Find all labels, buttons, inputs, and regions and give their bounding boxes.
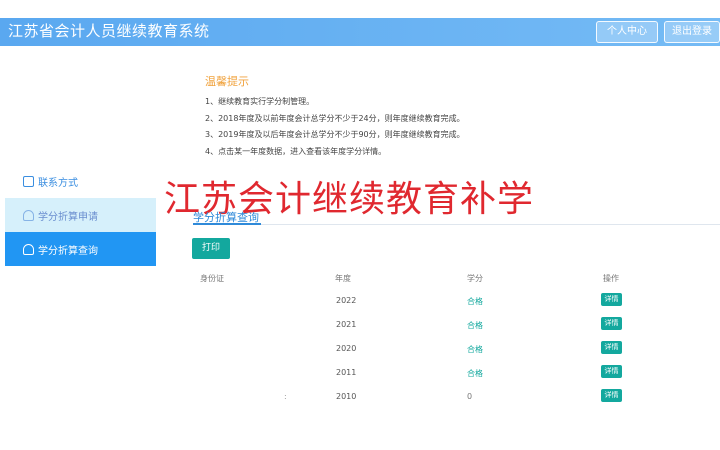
notice-line: 3、2019年度及以后年度会计总学分不少于90分，则年度继续教育完成。 [205, 130, 465, 139]
notice-line: 2、2018年度及以前年度会计总学分不少于24分，则年度继续教育完成。 [205, 114, 465, 123]
table-row[interactable]: : 2010 0 详情 [190, 388, 720, 410]
result-cell: 0 [467, 392, 473, 401]
table-row[interactable]: 2011 合格 详情 [190, 364, 720, 386]
system-title: 江苏省会计人员继续教育系统 [8, 22, 210, 40]
year-cell: 2021 [336, 320, 357, 329]
id-cell: : [284, 392, 287, 401]
column-header-year: 年度 [335, 274, 351, 283]
detail-button[interactable]: 详情 [601, 341, 622, 354]
column-header-credit: 学分 [467, 274, 483, 283]
detail-button[interactable]: 详情 [601, 389, 622, 402]
notice-line: 1、继续教育实行学分制管理。 [205, 97, 315, 106]
logout-button[interactable]: 退出登录 [664, 21, 720, 43]
sidebar-item-contact[interactable]: 联系方式 [5, 164, 156, 198]
section-title-underline [193, 223, 261, 225]
sidebar-item-label: 学分折算查询 [38, 245, 98, 257]
table-row[interactable]: 2021 合格 详情 [190, 316, 720, 338]
year-cell: 2011 [336, 368, 357, 377]
notice-line: 4、点击某一年度数据，进入查看该年度学分详情。 [205, 147, 387, 156]
column-header-id: 身份证 [200, 274, 224, 283]
sidebar-item-label: 联系方式 [38, 177, 78, 189]
detail-button[interactable]: 详情 [601, 365, 622, 378]
result-cell: 合格 [467, 321, 483, 330]
notice-title: 温馨提示 [205, 75, 249, 88]
result-cell: 合格 [467, 297, 483, 306]
year-cell: 2010 [336, 392, 357, 401]
year-cell: 2022 [336, 296, 357, 305]
sidebar-item-credit-apply[interactable]: 学分折算申请 [5, 198, 156, 232]
section-divider [193, 224, 720, 225]
sidebar-item-credit-query[interactable]: 学分折算查询 [5, 232, 156, 266]
table-row[interactable]: 2022 合格 详情 [190, 292, 720, 314]
print-button[interactable]: 打印 [192, 238, 230, 259]
personal-center-button[interactable]: 个人中心 [596, 21, 658, 43]
result-cell: 合格 [467, 369, 483, 378]
contact-icon [23, 175, 34, 187]
query-icon [23, 243, 34, 255]
page: 江苏省会计人员继续教育系统 个人中心 退出登录 联系方式 学分折算申请 学分折算… [0, 0, 720, 450]
table-row[interactable]: 2020 合格 详情 [190, 340, 720, 362]
detail-button[interactable]: 详情 [601, 293, 622, 306]
apply-icon [23, 209, 34, 221]
detail-button[interactable]: 详情 [601, 317, 622, 330]
result-cell: 合格 [467, 345, 483, 354]
column-header-action: 操作 [603, 274, 619, 283]
top-header: 江苏省会计人员继续教育系统 个人中心 退出登录 [0, 18, 720, 46]
year-cell: 2020 [336, 344, 357, 353]
sidebar-item-label: 学分折算申请 [38, 211, 98, 223]
